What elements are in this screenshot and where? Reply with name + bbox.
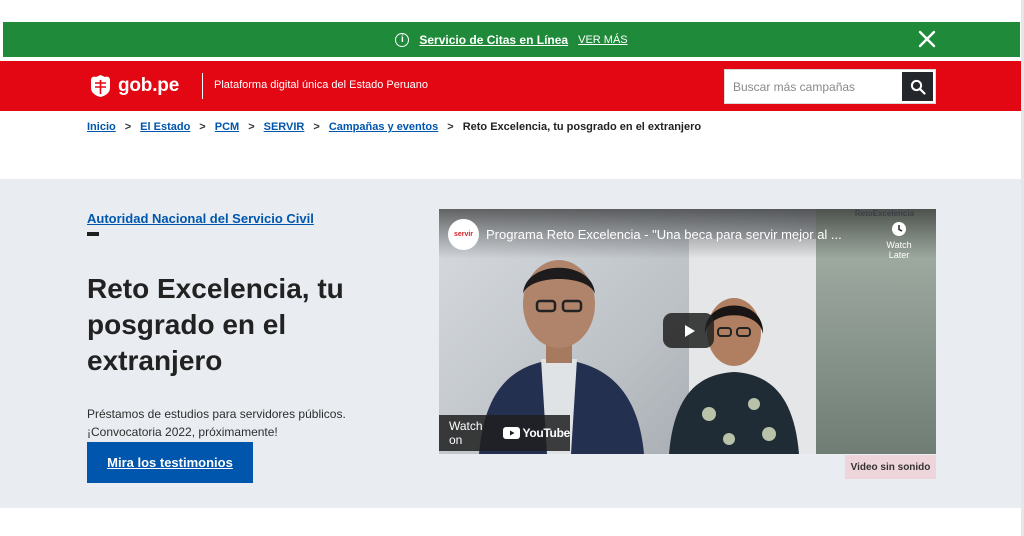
close-icon[interactable] bbox=[918, 30, 936, 48]
breadcrumb-separator: > bbox=[447, 121, 454, 133]
breadcrumb-pcm[interactable]: PCM bbox=[215, 121, 239, 133]
search-button[interactable] bbox=[902, 72, 933, 101]
testimonials-button[interactable]: Mira los testimonios bbox=[87, 442, 253, 483]
video-player[interactable]: servir Programa Reto Excelencia - "Una b… bbox=[439, 209, 936, 454]
notice-banner: i Servicio de Citas en Línea VER MÁS bbox=[3, 22, 1020, 57]
youtube-logo: YouTube bbox=[502, 426, 571, 440]
info-icon: i bbox=[395, 32, 410, 47]
muted-video-label: Video sin sonido bbox=[845, 455, 936, 479]
description-line-2: ¡Convocatoria 2022, próximamente! bbox=[87, 425, 278, 439]
hero-section: Autoridad Nacional del Servicio Civil Re… bbox=[0, 179, 1021, 508]
breadcrumb-campanas[interactable]: Campañas y eventos bbox=[329, 121, 438, 133]
header-divider bbox=[202, 73, 203, 99]
header-tagline: Plataforma digital única del Estado Peru… bbox=[214, 79, 429, 91]
entity-link[interactable]: Autoridad Nacional del Servicio Civil bbox=[87, 211, 314, 226]
search-icon bbox=[910, 79, 926, 95]
breadcrumb: Inicio > El Estado > PCM > SERVIR > Camp… bbox=[87, 121, 701, 133]
watch-on-label: Watch on bbox=[449, 419, 483, 447]
breadcrumb-inicio[interactable]: Inicio bbox=[87, 121, 116, 133]
watch-on-youtube-button[interactable]: Watch on YouTube bbox=[439, 415, 570, 451]
title-accent-bar bbox=[87, 232, 99, 236]
play-icon bbox=[684, 324, 695, 337]
channel-avatar[interactable]: servir bbox=[448, 219, 479, 250]
watch-later-button[interactable]: Watch Later bbox=[876, 221, 922, 260]
site-logo[interactable]: gob.pe bbox=[88, 74, 179, 98]
breadcrumb-separator: > bbox=[124, 121, 132, 133]
youtube-label: YouTube bbox=[522, 426, 571, 440]
breadcrumb-separator: > bbox=[199, 121, 206, 133]
notice-more-link[interactable]: VER MÁS bbox=[578, 34, 628, 46]
video-brand-tag: RetoExcelencia bbox=[854, 209, 914, 218]
breadcrumb-servir[interactable]: SERVIR bbox=[264, 121, 305, 133]
logo-text: gob.pe bbox=[118, 75, 180, 96]
notice-text[interactable]: Servicio de Citas en Línea bbox=[419, 33, 568, 47]
breadcrumb-separator: > bbox=[313, 121, 320, 133]
breadcrumb-separator: > bbox=[248, 121, 255, 133]
search-input[interactable] bbox=[725, 70, 903, 103]
watch-later-label: Watch Later bbox=[886, 240, 912, 260]
video-person-woman bbox=[669, 298, 799, 454]
play-button[interactable] bbox=[663, 313, 714, 348]
breadcrumb-current: Reto Excelencia, tu posgrado en el extra… bbox=[462, 121, 702, 133]
description-line-1: Préstamos de estudios para servidores pú… bbox=[87, 407, 346, 421]
breadcrumb-el-estado[interactable]: El Estado bbox=[140, 121, 190, 133]
video-title[interactable]: Programa Reto Excelencia - "Una beca par… bbox=[486, 227, 866, 242]
campaign-search bbox=[724, 69, 936, 104]
page-title: Reto Excelencia, tu posgrado en el extra… bbox=[87, 273, 344, 376]
clock-icon bbox=[892, 222, 906, 236]
peru-crest-icon bbox=[91, 75, 110, 97]
site-header: gob.pe Plataforma digital única del Esta… bbox=[0, 61, 1024, 111]
youtube-icon bbox=[502, 427, 520, 439]
hero-description: Préstamos de estudios para servidores pú… bbox=[87, 405, 407, 441]
